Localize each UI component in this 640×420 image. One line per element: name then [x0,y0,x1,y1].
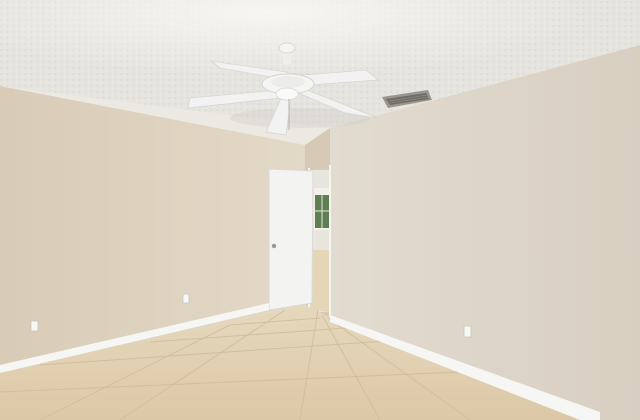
room-illustration [0,0,640,420]
room-photo [0,0,640,420]
door-knob[interactable] [271,243,277,249]
open-door[interactable] [268,168,314,311]
wall-outlet-center [182,293,190,304]
wall-outlet-right [463,325,472,338]
fan-light [275,87,299,101]
wall-outlet-left [30,320,39,332]
